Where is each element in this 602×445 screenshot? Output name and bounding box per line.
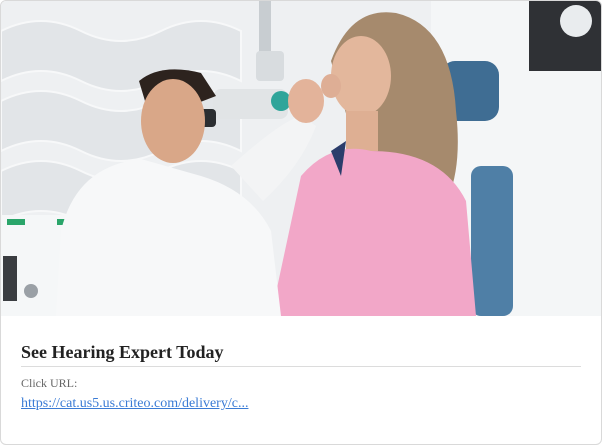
ad-title[interactable]: See Hearing Expert Today xyxy=(21,341,581,367)
ad-card[interactable]: See Hearing Expert Today Click URL: http… xyxy=(0,0,602,445)
click-url-link[interactable]: https://cat.us5.us.criteo.com/delivery/c… xyxy=(21,395,248,413)
ad-image[interactable] xyxy=(1,1,601,316)
ad-body: See Hearing Expert Today Click URL: http… xyxy=(21,326,581,413)
click-url-caption: Click URL: xyxy=(21,376,78,390)
hearing-exam-photo xyxy=(1,1,601,316)
